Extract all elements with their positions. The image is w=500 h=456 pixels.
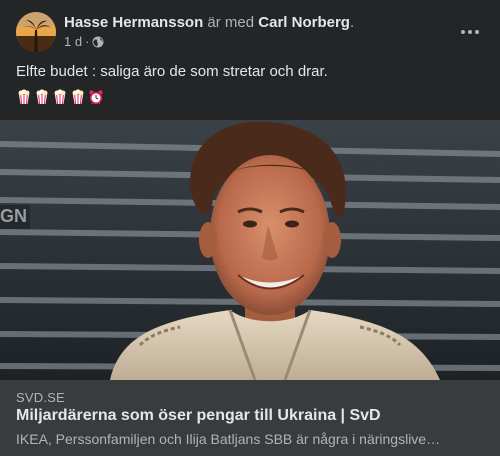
feed-post: Hasse Hermansson är med Carl Norberg. 1 … <box>0 0 500 456</box>
post-time[interactable]: 1 d <box>64 34 82 50</box>
post-author-line: Hasse Hermansson är med Carl Norberg. <box>64 13 354 32</box>
popcorn-icon <box>52 89 68 105</box>
link-domain: SVD.SE <box>16 390 65 405</box>
more-options-icon[interactable] <box>456 18 484 46</box>
globe-icon <box>92 36 104 48</box>
with-text: är med <box>207 14 255 31</box>
link-title[interactable]: Miljardärerna som öser pengar till Ukrai… <box>16 407 381 425</box>
emoji-row <box>16 89 104 105</box>
author-name[interactable]: Hasse Hermansson <box>64 14 203 31</box>
popcorn-icon <box>70 89 86 105</box>
avatar[interactable] <box>16 12 56 52</box>
link-preview-image[interactable]: GN <box>0 120 500 380</box>
tagged-user[interactable]: Carl Norberg <box>258 14 350 31</box>
period: . <box>349 14 355 31</box>
svg-text:GN: GN <box>0 206 27 226</box>
alarm-clock-icon <box>88 89 104 105</box>
meta-separator: · <box>85 34 90 49</box>
popcorn-icon <box>34 89 50 105</box>
link-description: IKEA, Perssonfamiljen och Ilija Batljans… <box>16 431 441 447</box>
link-preview-card[interactable]: SVD.SE Miljardärerna som öser pengar til… <box>0 380 500 456</box>
post-meta: 1 d · <box>64 34 104 50</box>
post-header: Hasse Hermansson är med Carl Norberg. 1 … <box>16 12 484 52</box>
popcorn-icon <box>16 89 32 105</box>
post-message: Elfte budet : saliga äro de som stretar … <box>16 63 328 80</box>
